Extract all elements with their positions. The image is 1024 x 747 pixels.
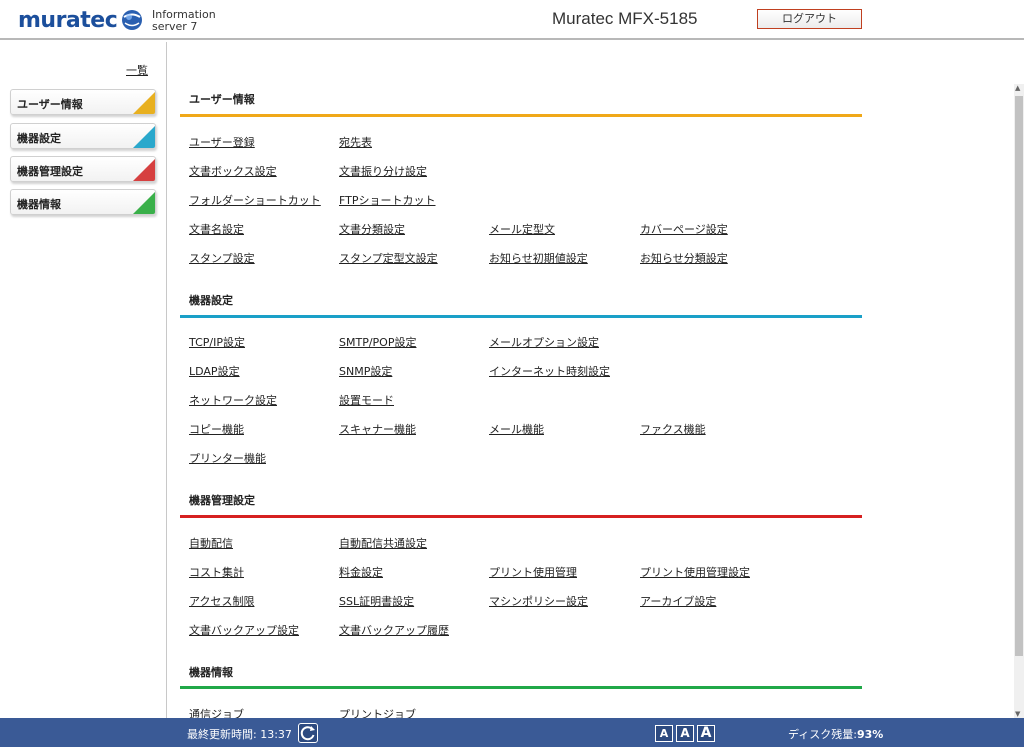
- link-archive-settings[interactable]: アーカイブ設定: [640, 593, 716, 609]
- link-smtp-pop-settings[interactable]: SMTP/POP設定: [339, 334, 416, 350]
- sidebar-item-device-info[interactable]: 機器情報: [10, 189, 156, 215]
- link-user-registration[interactable]: ユーザー登録: [189, 134, 255, 150]
- link-printer-function[interactable]: プリンター機能: [189, 450, 266, 466]
- link-notice-default-settings[interactable]: お知らせ初期値設定: [489, 250, 588, 266]
- link-auto-delivery[interactable]: 自動配信: [189, 535, 233, 551]
- last-updated: 最終更新時間: 13:37: [187, 728, 292, 741]
- sidebar-item-label: ユーザー情報: [17, 98, 83, 111]
- disk-remaining: ディスク残量:93%: [788, 728, 884, 741]
- link-mail-template[interactable]: メール定型文: [489, 221, 555, 237]
- link-stamp-template-settings[interactable]: スタンプ定型文設定: [339, 250, 438, 266]
- link-print-usage-management[interactable]: プリント使用管理: [489, 564, 577, 580]
- section-title-user-info: ユーザー情報: [189, 93, 255, 106]
- last-updated-time: 13:37: [260, 728, 292, 741]
- sidebar-item-user-info[interactable]: ユーザー情報: [10, 89, 156, 115]
- link-network-settings[interactable]: ネットワーク設定: [189, 392, 277, 408]
- scroll-up-arrow-icon[interactable]: ▲: [1015, 84, 1020, 92]
- link-cost-summary[interactable]: コスト集計: [189, 564, 244, 580]
- last-updated-label: 最終更新時間: [187, 728, 253, 741]
- sidebar-item-device-settings[interactable]: 機器設定: [10, 123, 156, 149]
- link-document-sorting-settings[interactable]: 文書振り分け設定: [339, 163, 427, 179]
- link-communication-jobs[interactable]: 通信ジョブ: [189, 706, 244, 718]
- section-divider: [180, 515, 862, 518]
- link-stamp-settings[interactable]: スタンプ設定: [189, 250, 255, 266]
- link-document-backup-history[interactable]: 文書バックアップ履歴: [339, 622, 449, 638]
- section-title-device-info: 機器情報: [189, 666, 233, 679]
- product-name-line2: server 7: [152, 20, 198, 33]
- font-size-small-button[interactable]: A: [655, 725, 673, 742]
- font-size-large-button[interactable]: A: [697, 725, 715, 742]
- link-print-jobs[interactable]: プリントジョブ: [339, 706, 416, 718]
- sidebar-item-label: 機器設定: [17, 132, 61, 145]
- corner-tab-icon: [133, 192, 155, 214]
- link-document-box-settings[interactable]: 文書ボックス設定: [189, 163, 277, 179]
- header: muratec Information server 7 Muratec MFX…: [0, 0, 1024, 40]
- link-ssl-certificate-settings[interactable]: SSL証明書設定: [339, 593, 414, 609]
- scroll-down-arrow-icon[interactable]: ▼: [1015, 710, 1020, 718]
- link-mail-option-settings[interactable]: メールオプション設定: [489, 334, 599, 350]
- corner-tab-icon: [133, 159, 155, 181]
- section-divider: [180, 315, 862, 318]
- vertical-scrollbar[interactable]: ▲ ▼: [1014, 84, 1024, 718]
- link-document-name-settings[interactable]: 文書名設定: [189, 221, 244, 237]
- disk-remaining-label: ディスク残量: [788, 728, 854, 741]
- refresh-icon[interactable]: [298, 723, 318, 743]
- link-ftp-shortcut[interactable]: FTPショートカット: [339, 192, 436, 208]
- sidebar-item-label: 機器管理設定: [17, 165, 83, 178]
- logout-button[interactable]: ログアウト: [757, 9, 862, 29]
- link-ldap-settings[interactable]: LDAP設定: [189, 363, 240, 379]
- link-machine-policy-settings[interactable]: マシンポリシー設定: [489, 593, 588, 609]
- link-mail-function[interactable]: メール機能: [489, 421, 544, 437]
- link-document-backup-settings[interactable]: 文書バックアップ設定: [189, 622, 299, 638]
- corner-tab-icon: [133, 92, 155, 114]
- section-title-device-management: 機器管理設定: [189, 494, 255, 507]
- section-divider: [180, 114, 862, 117]
- section-divider: [180, 686, 862, 689]
- disk-remaining-value: 93%: [856, 728, 884, 741]
- sidebar-item-label: 機器情報: [17, 198, 61, 211]
- link-fax-function[interactable]: ファクス機能: [640, 421, 706, 437]
- corner-tab-icon: [133, 126, 155, 148]
- font-size-medium-button[interactable]: A: [676, 725, 694, 742]
- device-title: Muratec MFX-5185: [552, 9, 698, 28]
- link-internet-time-settings[interactable]: インターネット時刻設定: [489, 363, 610, 379]
- link-fee-settings[interactable]: 料金設定: [339, 564, 383, 580]
- link-tcpip-settings[interactable]: TCP/IP設定: [189, 334, 245, 350]
- link-notice-category-settings[interactable]: お知らせ分類設定: [640, 250, 728, 266]
- scroll-thumb[interactable]: [1015, 96, 1023, 656]
- list-link[interactable]: 一覧: [126, 62, 148, 78]
- sidebar-item-device-management[interactable]: 機器管理設定: [10, 156, 156, 182]
- link-document-category-settings[interactable]: 文書分類設定: [339, 221, 405, 237]
- globe-icon: [122, 10, 142, 30]
- link-print-usage-management-settings[interactable]: プリント使用管理設定: [640, 564, 750, 580]
- footer-status-bar: 最終更新時間: 13:37 A A A ディスク残量:93%: [0, 718, 1024, 747]
- link-snmp-settings[interactable]: SNMP設定: [339, 363, 392, 379]
- link-address-book[interactable]: 宛先表: [339, 134, 372, 150]
- section-title-device-settings: 機器設定: [189, 294, 233, 307]
- link-folder-shortcut[interactable]: フォルダーショートカット: [189, 192, 321, 208]
- link-installation-mode[interactable]: 設置モード: [339, 392, 394, 408]
- link-copy-function[interactable]: コピー機能: [189, 421, 244, 437]
- link-access-restriction[interactable]: アクセス制限: [189, 593, 254, 609]
- link-cover-page-settings[interactable]: カバーページ設定: [640, 221, 728, 237]
- muratec-logo: muratec: [18, 8, 118, 33]
- main-content: ユーザー情報 ユーザー登録 宛先表 文書ボックス設定 文書振り分け設定 フォルダ…: [168, 42, 1014, 718]
- sidebar: 一覧 ユーザー情報 機器設定 機器管理設定 機器情報: [0, 42, 167, 718]
- link-scanner-function[interactable]: スキャナー機能: [339, 421, 416, 437]
- link-auto-delivery-common-settings[interactable]: 自動配信共通設定: [339, 535, 427, 551]
